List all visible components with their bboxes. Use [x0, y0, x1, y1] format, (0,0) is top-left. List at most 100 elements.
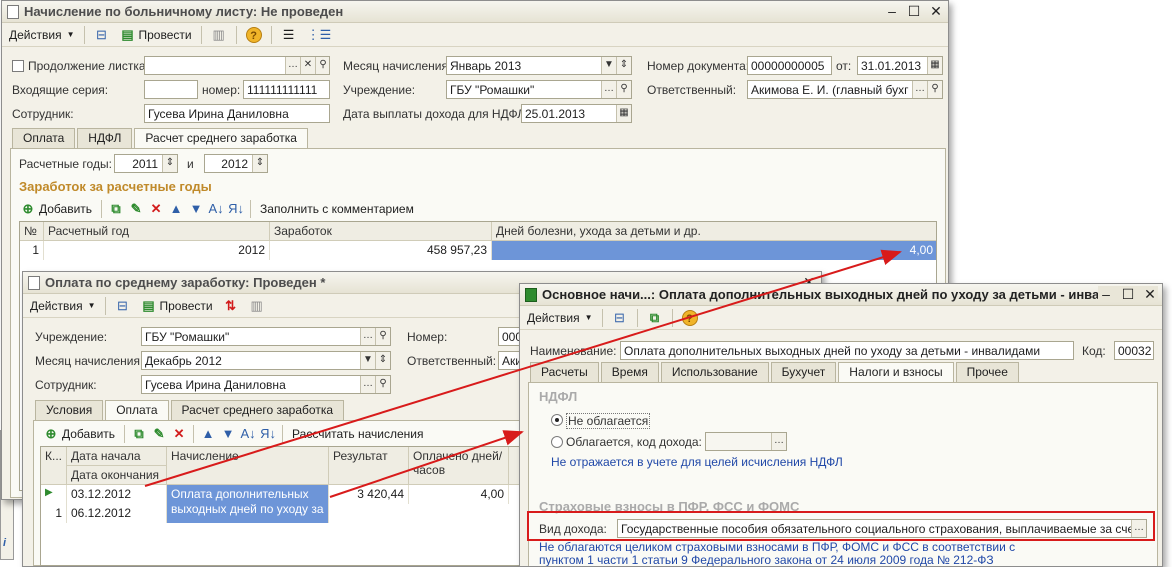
org-input[interactable]: ГБУ "Ромашки" … ⚲: [141, 327, 391, 346]
minimize-icon[interactable]: –: [1098, 286, 1114, 302]
actions-menu[interactable]: Действия ▼: [6, 25, 78, 45]
sort-asc-icon[interactable]: A↓: [208, 201, 224, 217]
copy-button[interactable]: ⧉: [644, 308, 666, 328]
copy-icon[interactable]: ⧉: [131, 426, 147, 442]
search-icon[interactable]: ⚲: [375, 376, 390, 393]
search-icon[interactable]: ⚲: [616, 81, 631, 98]
continue-checkbox[interactable]: [12, 60, 24, 72]
tab-calculations[interactable]: Расчеты: [530, 362, 599, 382]
tab-payment[interactable]: Оплата: [12, 128, 76, 148]
table-row[interactable]: 1 2012 458 957,23 4,00: [20, 241, 936, 260]
tab-average-earnings[interactable]: Расчет среднего заработка: [170, 400, 344, 420]
spin-icon[interactable]: ⇕: [162, 155, 177, 172]
column-header-year[interactable]: Расчетный год: [44, 222, 270, 241]
sort-desc-icon[interactable]: Я↓: [260, 426, 276, 442]
structure-button[interactable]: ⊟: [609, 308, 631, 328]
ellipsis-icon[interactable]: …: [771, 433, 786, 450]
dropdown-arrow-icon[interactable]: ▼: [601, 57, 616, 74]
delete-icon[interactable]: ✕: [148, 201, 164, 217]
calculate-accruals-button[interactable]: Рассчитать начисления: [289, 424, 426, 444]
number-input[interactable]: 111111111111: [243, 80, 330, 99]
move-down-icon[interactable]: ▼: [188, 201, 204, 217]
tab-other[interactable]: Прочее: [955, 362, 1019, 382]
code-input[interactable]: 00032: [1114, 341, 1154, 360]
tab-taxes[interactable]: Налоги и взносы: [838, 362, 954, 383]
tab-accounting[interactable]: Бухучет: [770, 362, 837, 382]
add-row-button[interactable]: ⊕ Добавить: [17, 199, 95, 219]
copy-icon[interactable]: ⧉: [108, 201, 124, 217]
responsible-input[interactable]: Акимова Е. И. (главный бухг … ⚲: [747, 80, 943, 99]
month-select[interactable]: Декабрь 2012 ▼ ⇕: [141, 351, 391, 370]
sort-desc-icon[interactable]: Я↓: [228, 201, 244, 217]
accrual-type-titlebar[interactable]: Основное начи...: Оплата дополнительных …: [520, 284, 1162, 306]
column-header-result[interactable]: Результат: [329, 447, 409, 485]
not-taxed-radio[interactable]: [551, 414, 563, 426]
actions-menu[interactable]: Действия ▼: [524, 308, 596, 328]
tab-payment[interactable]: Оплата: [105, 400, 169, 421]
ellipsis-icon[interactable]: …: [601, 81, 616, 98]
row-accrual[interactable]: Оплата дополнительных выходных дней по у…: [167, 485, 329, 523]
clear-icon[interactable]: ✕: [300, 57, 315, 74]
tab-average-earnings[interactable]: Расчет среднего заработка: [134, 128, 308, 149]
column-header-date-start[interactable]: Дата начала: [67, 447, 167, 466]
income-code-input[interactable]: …: [705, 432, 787, 451]
print-button[interactable]: ▥: [208, 25, 230, 45]
move-up-icon[interactable]: ▲: [168, 201, 184, 217]
series-input[interactable]: [144, 80, 198, 99]
close-icon[interactable]: ✕: [928, 3, 944, 19]
calendar-icon[interactable]: ▦: [927, 57, 942, 74]
doc-number-input[interactable]: 00000000005: [747, 56, 832, 75]
doc-date-input[interactable]: 31.01.2013 ▦: [857, 56, 943, 75]
movements-button[interactable]: ⇅: [220, 296, 242, 316]
employee-input[interactable]: Гусева Ирина Даниловна: [144, 104, 330, 123]
ellipsis-icon[interactable]: …: [912, 81, 927, 98]
edit-icon[interactable]: ✎: [151, 426, 167, 442]
spin-icon[interactable]: ⇕: [375, 352, 390, 369]
ellipsis-icon[interactable]: …: [360, 328, 375, 345]
column-header-paid[interactable]: Оплачено дней/часов: [409, 447, 509, 485]
spin-icon[interactable]: ⇕: [252, 155, 267, 172]
move-up-icon[interactable]: ▲: [200, 426, 216, 442]
pay-date-input[interactable]: 25.01.2013 ▦: [521, 104, 632, 123]
tab-ndfl[interactable]: НДФЛ: [77, 128, 133, 148]
year-from-input[interactable]: 2011 ⇕: [114, 154, 178, 173]
taxed-code-radio[interactable]: [551, 436, 563, 448]
calendar-icon[interactable]: ▦: [616, 105, 631, 122]
post-button[interactable]: ▤ Провести: [138, 296, 216, 316]
structure-button[interactable]: ⊟: [91, 25, 113, 45]
column-header-accrual[interactable]: Начисление: [167, 447, 329, 485]
tab-time[interactable]: Время: [600, 362, 659, 382]
row-days[interactable]: 4,00: [492, 241, 936, 260]
minimize-icon[interactable]: –: [884, 3, 900, 19]
search-icon[interactable]: ⚲: [315, 57, 329, 74]
maximize-icon[interactable]: ☐: [906, 3, 922, 19]
actions-menu[interactable]: Действия ▼: [27, 296, 99, 316]
post-button[interactable]: ▤ Провести: [117, 25, 195, 45]
spin-icon[interactable]: ⇕: [616, 57, 631, 74]
tree-button[interactable]: ⋮☰: [304, 25, 332, 45]
ellipsis-icon[interactable]: …: [285, 57, 300, 74]
edit-icon[interactable]: ✎: [128, 201, 144, 217]
search-icon[interactable]: ⚲: [927, 81, 942, 98]
year-to-input[interactable]: 2012 ⇕: [204, 154, 268, 173]
org-input[interactable]: ГБУ "Ромашки" … ⚲: [446, 80, 632, 99]
tab-usage[interactable]: Использование: [660, 362, 769, 382]
structure-button[interactable]: ⊟: [112, 296, 134, 316]
column-header-number[interactable]: №: [20, 222, 44, 241]
tab-conditions[interactable]: Условия: [35, 400, 104, 420]
ellipsis-icon[interactable]: …: [360, 376, 375, 393]
sort-asc-icon[interactable]: A↓: [240, 426, 256, 442]
column-header-k[interactable]: К...: [41, 447, 67, 485]
help-button[interactable]: ?: [243, 25, 265, 45]
delete-icon[interactable]: ✕: [171, 426, 187, 442]
column-header-earnings[interactable]: Заработок: [270, 222, 492, 241]
column-header-days[interactable]: Дней болезни, ухода за детьми и др.: [492, 222, 936, 241]
employee-input[interactable]: Гусева Ирина Даниловна … ⚲: [141, 375, 391, 394]
sick-leave-titlebar[interactable]: Начисление по больничному листу: Не пров…: [2, 1, 948, 23]
maximize-icon[interactable]: ☐: [1120, 286, 1136, 302]
name-input[interactable]: Оплата дополнительных выходных дней по у…: [620, 341, 1074, 360]
move-down-icon[interactable]: ▼: [220, 426, 236, 442]
add-row-button[interactable]: ⊕ Добавить: [40, 424, 118, 444]
column-header-date-end[interactable]: Дата окончания: [67, 466, 167, 485]
print-button[interactable]: ▥: [246, 296, 268, 316]
